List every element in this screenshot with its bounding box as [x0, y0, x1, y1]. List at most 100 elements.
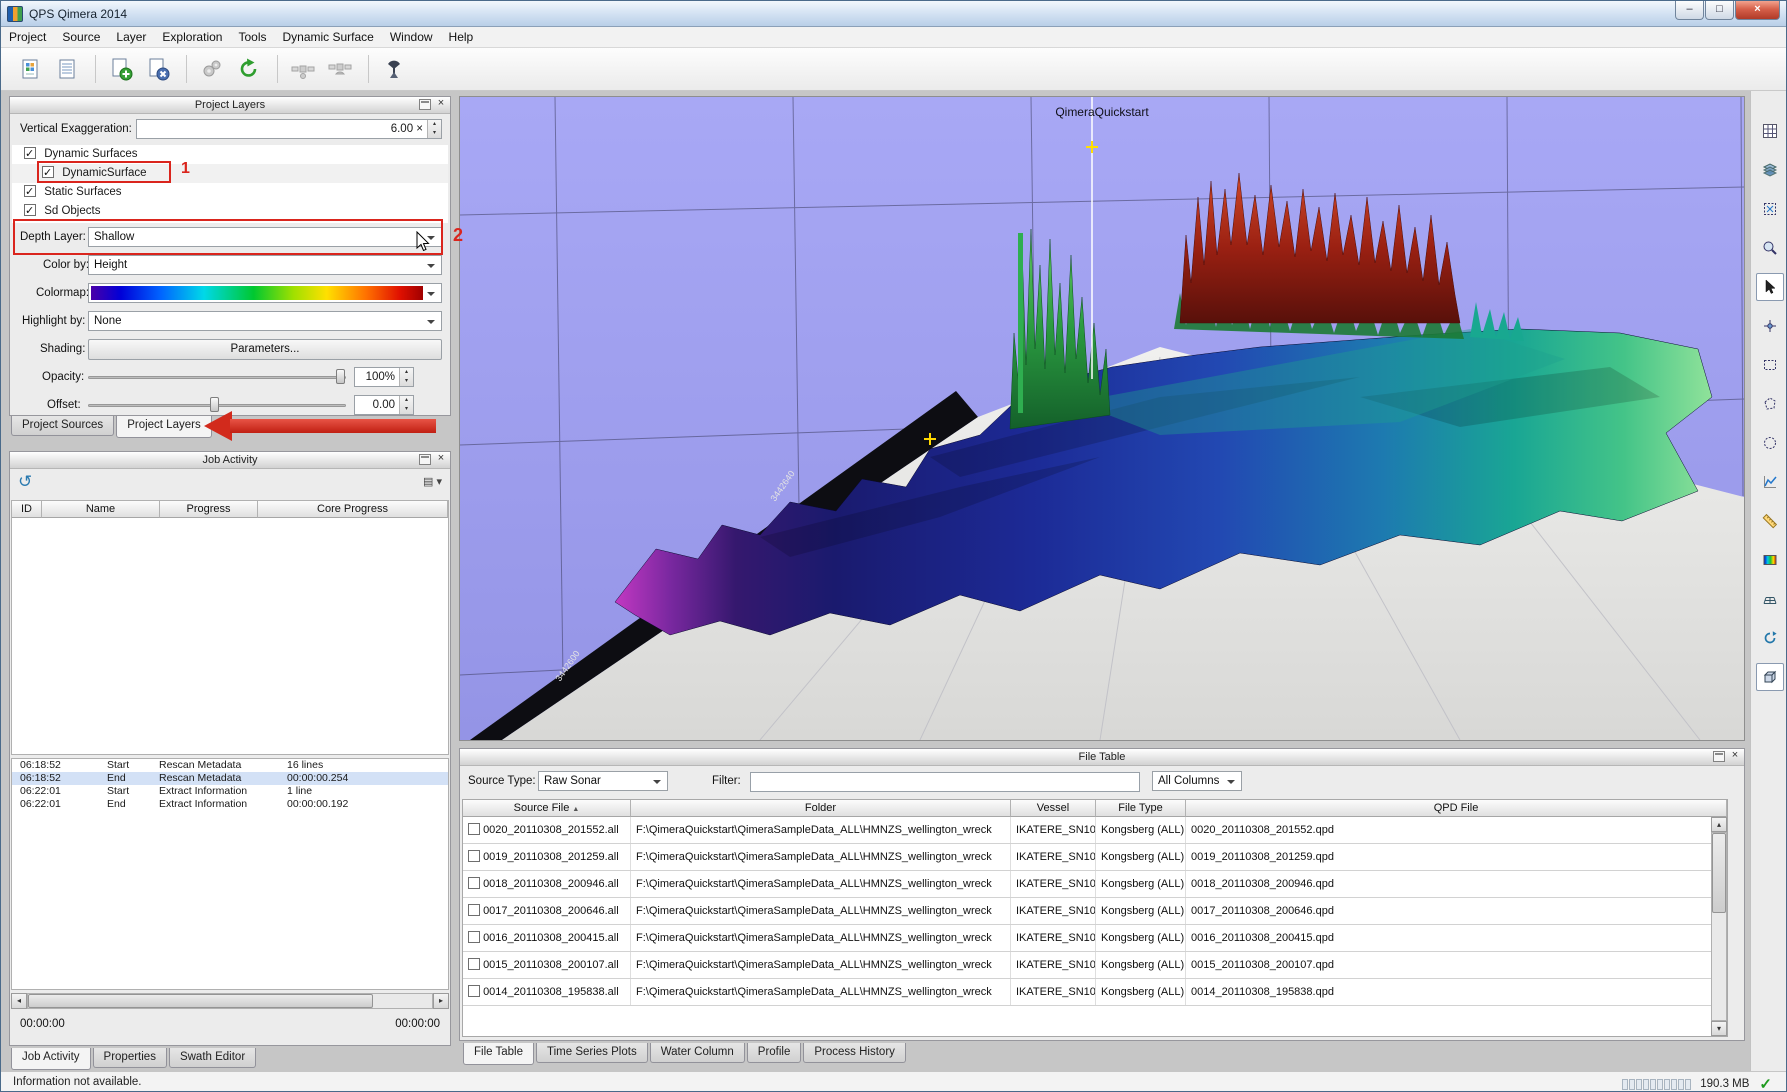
row-checkbox[interactable]	[468, 850, 480, 862]
file-table-row[interactable]: 0017_20110308_200646.all F:\QimeraQuicks…	[463, 898, 1727, 925]
shading-parameters-button[interactable]: Parameters...	[88, 339, 442, 360]
refresh-jobs-icon[interactable]: ↺	[18, 472, 32, 492]
zoom-window-icon[interactable]	[1756, 234, 1784, 262]
rotate-view-icon[interactable]	[1756, 624, 1784, 652]
measure-ruler-icon[interactable]	[1756, 507, 1784, 535]
row-checkbox[interactable]	[468, 931, 480, 943]
log-row[interactable]: 06:22:01 Start Extract Information 1 lin…	[12, 785, 448, 798]
beacon-antenna-icon[interactable]	[377, 52, 411, 86]
row-checkbox[interactable]	[468, 958, 480, 970]
column-header-progress[interactable]: Progress	[160, 501, 258, 518]
title-bar[interactable]: QPS Qimera 2014 – □ ×	[1, 1, 1786, 27]
tab-properties[interactable]: Properties	[93, 1048, 167, 1068]
colormap-combo[interactable]	[88, 283, 442, 303]
satellite-dish-icon[interactable]	[323, 52, 357, 86]
checkbox-checked[interactable]	[24, 147, 36, 159]
undock-panel-icon[interactable]	[419, 99, 431, 110]
close-panel-icon[interactable]: ×	[435, 454, 447, 465]
column-header-core-progress[interactable]: Core Progress	[258, 501, 448, 518]
tab-project-sources[interactable]: Project Sources	[11, 416, 114, 436]
column-header-file-type[interactable]: File Type	[1096, 800, 1186, 817]
menu-project[interactable]: Project	[1, 27, 54, 47]
3d-view-canvas[interactable]: QimeraQuickstart	[459, 96, 1745, 741]
tab-file-table[interactable]: File Table	[463, 1043, 534, 1065]
select-polygon-icon[interactable]	[1756, 390, 1784, 418]
scroll-right-icon[interactable]: ▸	[433, 993, 449, 1009]
remove-source-files-icon[interactable]	[141, 52, 175, 86]
scrollbar-thumb[interactable]	[28, 994, 373, 1008]
checkbox-checked[interactable]	[24, 185, 36, 197]
minimize-button[interactable]: –	[1675, 1, 1704, 20]
scroll-left-icon[interactable]: ◂	[11, 993, 27, 1009]
menu-source[interactable]: Source	[54, 27, 108, 47]
view-3d-cube-icon[interactable]	[1756, 663, 1784, 691]
layer-stack-icon[interactable]	[1756, 156, 1784, 184]
color-by-combo[interactable]: Height	[88, 255, 442, 275]
opacity-spinner[interactable]: 100%▴▾	[354, 367, 414, 387]
file-table-row[interactable]: 0015_20110308_200107.all F:\QimeraQuicks…	[463, 952, 1727, 979]
tab-job-activity[interactable]: Job Activity	[11, 1048, 91, 1070]
file-table-row[interactable]: 0020_20110308_201552.all F:\QimeraQuicks…	[463, 817, 1727, 844]
undock-panel-icon[interactable]	[1713, 751, 1725, 762]
processing-settings-gears-icon[interactable]	[195, 52, 229, 86]
menu-window[interactable]: Window	[382, 27, 441, 47]
profile-tool-icon[interactable]	[1756, 468, 1784, 496]
close-panel-icon[interactable]: ×	[1729, 751, 1741, 762]
file-table-row[interactable]: 0018_20110308_200946.all F:\QimeraQuicks…	[463, 871, 1727, 898]
mesh-view-icon[interactable]	[1756, 585, 1784, 613]
tab-project-layers[interactable]: Project Layers	[116, 416, 212, 438]
select-rectangle-icon[interactable]	[1756, 351, 1784, 379]
row-checkbox[interactable]	[468, 823, 480, 835]
file-table-vertical-scrollbar[interactable]: ▴ ▾	[1711, 817, 1727, 1036]
scroll-up-icon[interactable]: ▴	[1711, 817, 1727, 832]
filter-input[interactable]	[750, 772, 1140, 792]
row-checkbox[interactable]	[468, 985, 480, 997]
scrollbar-thumb[interactable]	[1712, 833, 1726, 913]
file-table-row[interactable]: 0016_20110308_200415.all F:\QimeraQuicks…	[463, 925, 1727, 952]
colormap-tool-icon[interactable]	[1756, 546, 1784, 574]
source-type-combo[interactable]: Raw Sonar	[538, 771, 668, 791]
column-header-id[interactable]: ID	[12, 501, 42, 518]
tab-time-series-plots[interactable]: Time Series Plots	[536, 1043, 648, 1063]
column-header-qpd-file[interactable]: QPD File	[1186, 800, 1727, 817]
opacity-slider[interactable]	[88, 367, 346, 387]
add-source-files-icon[interactable]	[104, 52, 138, 86]
file-table-row[interactable]: 0014_20110308_195838.all F:\QimeraQuicks…	[463, 979, 1727, 1006]
log-row[interactable]: 06:22:01 End Extract Information 00:00:0…	[12, 798, 448, 811]
tab-process-history[interactable]: Process History	[803, 1043, 906, 1063]
column-header-source-file[interactable]: Source File ▲	[463, 800, 631, 817]
project-table-document-icon[interactable]	[50, 52, 84, 86]
scroll-down-icon[interactable]: ▾	[1711, 1021, 1727, 1036]
zoom-extent-icon[interactable]	[1756, 195, 1784, 223]
close-panel-icon[interactable]: ×	[435, 99, 447, 110]
maximize-button[interactable]: □	[1705, 1, 1734, 20]
vertical-exaggeration-spinner[interactable]: 6.00 × ▴▾	[136, 119, 442, 139]
column-header-folder[interactable]: Folder	[631, 800, 1011, 817]
tab-water-column[interactable]: Water Column	[650, 1043, 745, 1063]
tree-item-static-surfaces[interactable]: Static Surfaces	[12, 183, 448, 202]
menu-dynamic-surface[interactable]: Dynamic Surface	[274, 27, 381, 47]
menu-layer[interactable]: Layer	[108, 27, 154, 47]
log-row[interactable]: 06:18:52 Start Rescan Metadata 16 lines	[12, 759, 448, 772]
job-options-dropdown-icon[interactable]: ▤ ▾	[423, 475, 442, 488]
checkbox-checked[interactable]	[24, 204, 36, 216]
new-project-document-icon[interactable]	[13, 52, 47, 86]
rebuild-refresh-icon[interactable]	[232, 52, 266, 86]
log-row-selected[interactable]: 06:18:52 End Rescan Metadata 00:00:00.25…	[12, 772, 448, 785]
select-circle-icon[interactable]	[1756, 429, 1784, 457]
menu-tools[interactable]: Tools	[230, 27, 274, 47]
menu-exploration[interactable]: Exploration	[154, 27, 230, 47]
row-checkbox[interactable]	[468, 904, 480, 916]
pick-point-icon[interactable]	[1756, 312, 1784, 340]
menu-help[interactable]: Help	[441, 27, 482, 47]
column-header-name[interactable]: Name	[42, 501, 160, 518]
tab-profile[interactable]: Profile	[747, 1043, 802, 1063]
column-header-vessel[interactable]: Vessel	[1011, 800, 1096, 817]
close-button[interactable]: ×	[1735, 1, 1780, 20]
row-checkbox[interactable]	[468, 877, 480, 889]
tab-swath-editor[interactable]: Swath Editor	[169, 1048, 256, 1068]
highlight-by-combo[interactable]: None	[88, 311, 442, 331]
satellite-icon[interactable]	[286, 52, 320, 86]
log-horizontal-scrollbar[interactable]: ◂ ▸	[11, 993, 449, 1009]
file-table-row[interactable]: 0019_20110308_201259.all F:\QimeraQuicks…	[463, 844, 1727, 871]
